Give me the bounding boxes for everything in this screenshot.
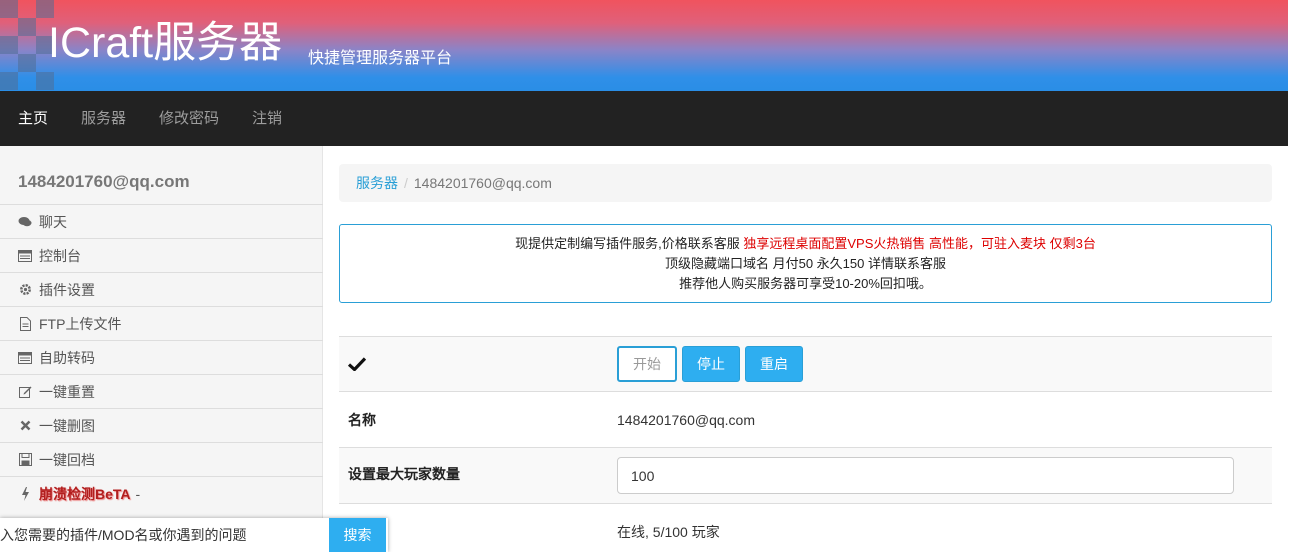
sidebar-item-suffix: - xyxy=(135,485,141,502)
max-players-row: 设置最大玩家数量 xyxy=(339,447,1272,503)
sidebar-item-label: 插件设置 xyxy=(39,281,95,298)
nav-logout[interactable]: 注销 xyxy=(252,91,282,146)
notice-line-3: 推荐他人购买服务器可享受10-20%回扣哦。 xyxy=(679,276,932,291)
sidebar-item-label: FTP上传文件 xyxy=(39,315,122,332)
notice-text: 现提供定制编写插件服务,价格联系客服 xyxy=(515,236,744,251)
notice-line-2: 顶级隐藏端口域名 月付50 永久150 详情联系客服 xyxy=(665,256,946,271)
sidebar-item-label: 一键重置 xyxy=(39,383,95,400)
sidebar-item-label: 控制台 xyxy=(39,247,81,264)
sidebar-item-label: 崩溃检测BeTA xyxy=(39,485,131,502)
header-banner: ICraft服务器 快捷管理服务器平台 xyxy=(0,0,1291,91)
nav-servers[interactable]: 服务器 xyxy=(81,91,126,146)
console-icon xyxy=(18,249,32,263)
max-players-input[interactable] xyxy=(617,457,1234,494)
search-widget: 搜索 xyxy=(0,518,388,552)
start-button[interactable]: 开始 xyxy=(617,346,677,382)
sidebar-item-label: 一键回档 xyxy=(39,451,95,468)
save-icon xyxy=(18,453,32,467)
sidebar: 1484201760@qq.com 聊天 控制台 插件设置 FTP上传文件 自助… xyxy=(0,146,323,552)
sidebar-item-transcode[interactable]: 自助转码 xyxy=(0,340,323,374)
breadcrumb: 服务器 / 1484201760@qq.com xyxy=(339,164,1272,202)
sidebar-item-plugin-settings[interactable]: 插件设置 xyxy=(0,272,323,306)
sidebar-item-delete-map[interactable]: 一键删图 xyxy=(0,408,323,442)
sidebar-item-crash-detect[interactable]: 崩溃检测BeTA - xyxy=(0,476,323,510)
comments-icon xyxy=(18,215,32,229)
notice-line-1: 现提供定制编写插件服务,价格联系客服 独享远程桌面配置VPS火热销售 高性能，可… xyxy=(340,234,1271,254)
sidebar-item-chat[interactable]: 聊天 xyxy=(0,204,323,238)
notice-box: 现提供定制编写插件服务,价格联系客服 独享远程桌面配置VPS火热销售 高性能，可… xyxy=(339,224,1272,303)
checkmark-icon xyxy=(347,357,367,374)
edit-icon xyxy=(18,385,32,399)
restart-button[interactable]: 重启 xyxy=(745,346,803,382)
sidebar-user-email: 1484201760@qq.com xyxy=(18,172,190,191)
name-label: 名称 xyxy=(348,412,376,428)
search-button[interactable]: 搜索 xyxy=(329,518,386,552)
bolt-icon xyxy=(18,486,32,501)
max-players-label: 设置最大玩家数量 xyxy=(348,466,460,482)
sidebar-item-ftp-upload[interactable]: FTP上传文件 xyxy=(0,306,323,340)
breadcrumb-separator: / xyxy=(404,175,408,191)
online-row: 在线, 5/100 玩家 xyxy=(339,503,1272,552)
gear-icon xyxy=(18,283,32,297)
sidebar-item-label: 聊天 xyxy=(39,213,67,230)
nav-change-password[interactable]: 修改密码 xyxy=(159,91,219,146)
site-title: ICraft服务器 xyxy=(48,19,283,67)
sidebar-item-reset[interactable]: 一键重置 xyxy=(0,374,323,408)
breadcrumb-link-servers[interactable]: 服务器 xyxy=(356,173,398,193)
site-subtitle: 快捷管理服务器平台 xyxy=(308,50,453,67)
breadcrumb-current: 1484201760@qq.com xyxy=(413,175,552,191)
stop-button[interactable]: 停止 xyxy=(682,346,740,382)
control-row: 开始 停止 重启 xyxy=(339,336,1272,391)
sidebar-item-rollback[interactable]: 一键回档 xyxy=(0,442,323,476)
file-icon xyxy=(18,316,32,331)
search-input[interactable] xyxy=(0,518,329,552)
online-status: 在线, 5/100 玩家 xyxy=(617,524,720,540)
close-icon xyxy=(18,419,32,433)
name-row: 名称 1484201760@qq.com xyxy=(339,391,1272,447)
sidebar-item-console[interactable]: 控制台 xyxy=(0,238,323,272)
sidebar-item-label: 一键删图 xyxy=(39,417,95,434)
console-icon xyxy=(18,351,32,365)
name-value: 1484201760@qq.com xyxy=(617,412,755,428)
nav-home[interactable]: 主页 xyxy=(18,91,48,146)
sidebar-item-label: 自助转码 xyxy=(39,349,95,366)
notice-highlight: 独享远程桌面配置VPS火热销售 高性能，可驻入麦块 仅剩3台 xyxy=(743,236,1096,251)
top-navbar: 主页 服务器 修改密码 注销 xyxy=(0,91,1288,146)
